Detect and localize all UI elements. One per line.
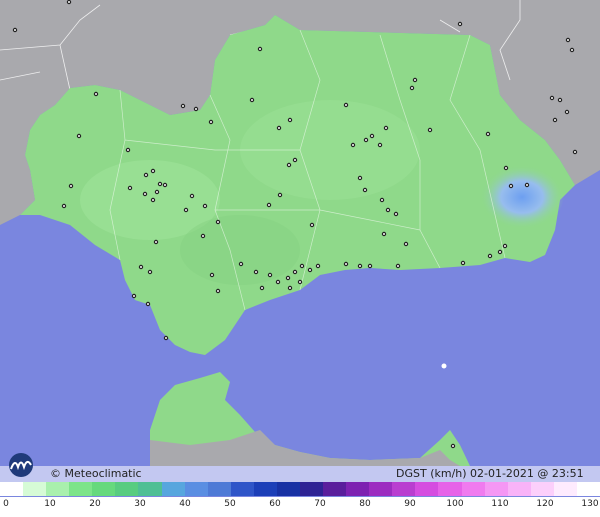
scale-swatch bbox=[300, 482, 324, 496]
scale-tick-label: 20 bbox=[89, 499, 101, 509]
scale-swatch bbox=[461, 482, 485, 496]
scale-tick-label: 60 bbox=[269, 499, 281, 509]
meteoclimatic-logo-icon bbox=[9, 453, 33, 477]
gust-hotspot bbox=[480, 165, 564, 229]
scale-tick-label: 40 bbox=[179, 499, 191, 509]
scale-swatch bbox=[69, 482, 93, 496]
scale-swatch bbox=[253, 482, 277, 496]
scale-swatch bbox=[484, 482, 508, 496]
scale-swatch bbox=[438, 482, 462, 496]
brand-label: © Meteoclimatic bbox=[50, 467, 142, 480]
scale-tick-label: 120 bbox=[536, 499, 554, 509]
wind-gust-map bbox=[0, 0, 600, 517]
scale-tick-label: 80 bbox=[359, 499, 371, 509]
scale-tick-label: 0 bbox=[3, 499, 9, 509]
scale-swatch bbox=[346, 482, 370, 496]
scale-tick-label: 10 bbox=[44, 499, 56, 509]
scale-swatch bbox=[230, 482, 254, 496]
metric-label: DGST (km/h) bbox=[396, 467, 467, 480]
scale-tick-label: 90 bbox=[404, 499, 416, 509]
scale-swatch bbox=[115, 482, 139, 496]
scale-tick-label: 70 bbox=[314, 499, 326, 509]
scale-tick-label: 130 bbox=[581, 499, 599, 509]
scale-swatch bbox=[392, 482, 416, 496]
scale-swatch bbox=[23, 482, 47, 496]
scale-swatch bbox=[0, 482, 24, 496]
land-patch-c bbox=[180, 215, 300, 285]
scale-swatch bbox=[161, 482, 185, 496]
scale-swatch bbox=[276, 482, 301, 496]
scale-swatch bbox=[530, 482, 554, 496]
color-scale bbox=[0, 482, 600, 496]
scale-swatch bbox=[576, 482, 600, 496]
alboran-island bbox=[441, 363, 447, 369]
scale-swatch bbox=[415, 482, 439, 496]
scale-tick-label: 110 bbox=[491, 499, 509, 509]
scale-swatch bbox=[323, 482, 347, 496]
color-scale-labels: 0 10 20 30 40 50 60 70 80 90 100 110 120 130 bbox=[0, 497, 600, 517]
scale-swatch bbox=[92, 482, 116, 496]
scale-swatch bbox=[207, 482, 231, 496]
scale-swatch bbox=[553, 482, 577, 496]
scale-swatch bbox=[46, 482, 70, 496]
scale-tick-label: 50 bbox=[224, 499, 236, 509]
scale-swatch bbox=[507, 482, 531, 496]
scale-swatch bbox=[369, 482, 393, 496]
scale-swatch bbox=[184, 482, 208, 496]
scale-swatch bbox=[138, 482, 162, 496]
scale-tick-label: 100 bbox=[446, 499, 464, 509]
scale-tick-label: 30 bbox=[134, 499, 146, 509]
